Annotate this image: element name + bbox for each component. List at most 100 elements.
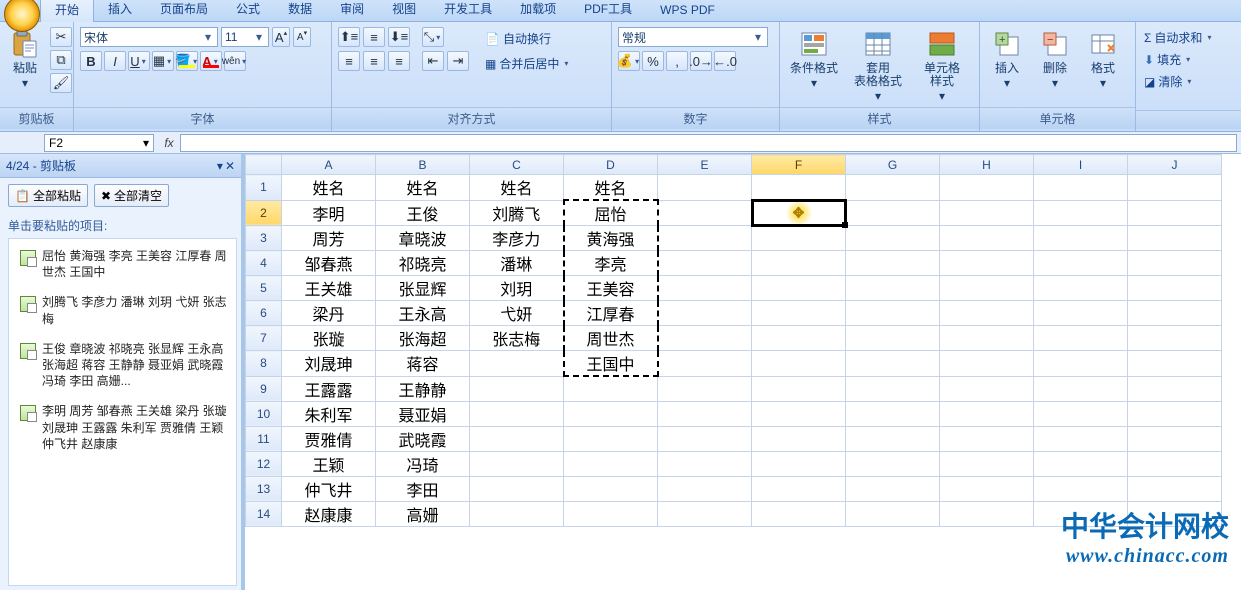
cell-J1[interactable] [1128, 175, 1222, 201]
paste-button[interactable]: 粘贴 ▾ [6, 25, 44, 107]
col-header-I[interactable]: I [1034, 155, 1128, 175]
cell-F7[interactable] [752, 326, 846, 351]
col-header-H[interactable]: H [940, 155, 1034, 175]
col-header-F[interactable]: F [752, 155, 846, 175]
cell-C10[interactable] [470, 401, 564, 426]
cell-I12[interactable] [1034, 451, 1128, 476]
cell-D1[interactable]: 姓名 [564, 175, 658, 201]
tab-插入[interactable]: 插入 [94, 0, 146, 21]
cell-E1[interactable] [658, 175, 752, 201]
cell-E11[interactable] [658, 426, 752, 451]
cell-G4[interactable] [846, 251, 940, 276]
row-header-6[interactable]: 6 [246, 301, 282, 326]
cell-I5[interactable] [1034, 276, 1128, 301]
col-header-C[interactable]: C [470, 155, 564, 175]
delete-cells-button[interactable]: − 删除▾ [1034, 25, 1076, 107]
paste-all-button[interactable]: 📋全部粘贴 [8, 184, 88, 207]
cell-C3[interactable]: 李彦力 [470, 226, 564, 251]
cell-E12[interactable] [658, 451, 752, 476]
row-header-8[interactable]: 8 [246, 351, 282, 377]
col-header-D[interactable]: D [564, 155, 658, 175]
decrease-indent-button[interactable]: ⇤ [422, 51, 444, 71]
cell-E7[interactable] [658, 326, 752, 351]
cell-C12[interactable] [470, 451, 564, 476]
cell-B10[interactable]: 聂亚娟 [376, 401, 470, 426]
cell-G14[interactable] [846, 501, 940, 526]
cell-G9[interactable] [846, 376, 940, 401]
row-header-4[interactable]: 4 [246, 251, 282, 276]
fill-color-button[interactable]: 🪣▾ [176, 51, 198, 71]
cell-A10[interactable]: 朱利军 [282, 401, 376, 426]
cell-I7[interactable] [1034, 326, 1128, 351]
clear-all-button[interactable]: ✖全部清空 [94, 184, 169, 207]
chevron-down-icon[interactable]: ▾ [253, 30, 265, 44]
cell-F10[interactable] [752, 401, 846, 426]
cell-D5[interactable]: 王美容 [564, 276, 658, 301]
row-header-7[interactable]: 7 [246, 326, 282, 351]
cell-G5[interactable] [846, 276, 940, 301]
cell-J7[interactable] [1128, 326, 1222, 351]
align-middle-button[interactable]: ≡ [363, 27, 385, 47]
row-header-1[interactable]: 1 [246, 175, 282, 201]
cell-A8[interactable]: 刘晟珅 [282, 351, 376, 377]
cell-J11[interactable] [1128, 426, 1222, 451]
cell-H2[interactable] [940, 200, 1034, 226]
cell-A12[interactable]: 王颖 [282, 451, 376, 476]
align-bottom-button[interactable]: ⬇≡ [388, 27, 410, 47]
cell-B5[interactable]: 张显辉 [376, 276, 470, 301]
cell-G13[interactable] [846, 476, 940, 501]
merge-center-button[interactable]: ▦ 合并后居中 ▾ [483, 54, 572, 73]
row-header-5[interactable]: 5 [246, 276, 282, 301]
wrap-text-button[interactable]: 📄 自动换行 [483, 29, 572, 48]
tab-PDF工具[interactable]: PDF工具 [570, 0, 646, 21]
cell-E8[interactable] [658, 351, 752, 377]
col-header-B[interactable]: B [376, 155, 470, 175]
cell-G7[interactable] [846, 326, 940, 351]
cell-D9[interactable] [564, 376, 658, 401]
orientation-button[interactable]: ⤡▾ [422, 27, 444, 47]
cell-B3[interactable]: 章晓波 [376, 226, 470, 251]
cell-F8[interactable] [752, 351, 846, 377]
align-center-button[interactable]: ≡ [363, 51, 385, 71]
cell-I3[interactable] [1034, 226, 1128, 251]
cell-B2[interactable]: 王俊 [376, 200, 470, 226]
cell-D3[interactable]: 黄海强 [564, 226, 658, 251]
cell-F3[interactable] [752, 226, 846, 251]
cell-E6[interactable] [658, 301, 752, 326]
cell-I4[interactable] [1034, 251, 1128, 276]
cell-G11[interactable] [846, 426, 940, 451]
cell-A6[interactable]: 梁丹 [282, 301, 376, 326]
cell-G12[interactable] [846, 451, 940, 476]
cell-A9[interactable]: 王露露 [282, 376, 376, 401]
cell-B13[interactable]: 李田 [376, 476, 470, 501]
cell-A2[interactable]: 李明 [282, 200, 376, 226]
cell-H14[interactable] [940, 501, 1034, 526]
tab-开始[interactable]: 开始 [40, 0, 94, 22]
tab-数据[interactable]: 数据 [274, 0, 326, 21]
cell-E4[interactable] [658, 251, 752, 276]
cell-D14[interactable] [564, 501, 658, 526]
cell-E2[interactable] [658, 200, 752, 226]
cell-D11[interactable] [564, 426, 658, 451]
cell-H4[interactable] [940, 251, 1034, 276]
cell-C14[interactable] [470, 501, 564, 526]
shrink-font-button[interactable]: A▾ [293, 27, 311, 47]
cell-F9[interactable] [752, 376, 846, 401]
format-as-table-button[interactable]: 套用 表格格式▾ [848, 25, 908, 107]
cell-D2[interactable]: 屈怡 [564, 200, 658, 226]
grow-font-button[interactable]: A▴ [272, 27, 290, 47]
align-right-button[interactable]: ≡ [388, 51, 410, 71]
font-family-combo[interactable]: 宋体 ▾ [80, 27, 218, 47]
cell-I11[interactable] [1034, 426, 1128, 451]
cell-A13[interactable]: 仲飞井 [282, 476, 376, 501]
cell-F4[interactable] [752, 251, 846, 276]
cell-D4[interactable]: 李亮 [564, 251, 658, 276]
cell-H10[interactable] [940, 401, 1034, 426]
decrease-decimal-button[interactable]: ←.0 [714, 51, 736, 71]
cell-J3[interactable] [1128, 226, 1222, 251]
cell-styles-button[interactable]: 单元格 样式▾ [914, 25, 970, 107]
copy-button[interactable]: ⧉ [50, 50, 72, 70]
align-left-button[interactable]: ≡ [338, 51, 360, 71]
cell-F14[interactable] [752, 501, 846, 526]
cell-H7[interactable] [940, 326, 1034, 351]
